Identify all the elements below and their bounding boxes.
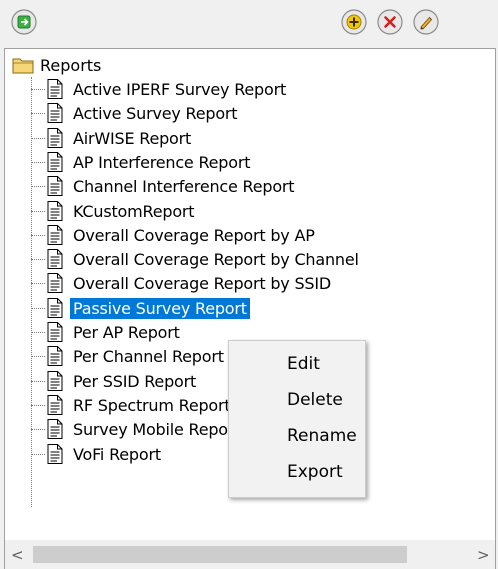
tree-connector [31, 355, 45, 357]
tree-connector [31, 258, 45, 260]
tree-item-label: Channel Interference Report [73, 176, 295, 196]
tree-item-label: Survey Mobile Report [73, 419, 241, 439]
context-menu-delete[interactable]: Delete [229, 385, 365, 415]
tree-item[interactable]: Active IPERF Survey Report [31, 77, 289, 101]
tree-item[interactable]: Passive Survey Report [31, 296, 250, 320]
tree-item[interactable]: Overall Coverage Report by SSID [31, 271, 334, 295]
document-icon [47, 371, 63, 391]
tree-item-label: Per AP Report [73, 322, 180, 342]
tree-item-label: Per SSID Report [73, 371, 197, 391]
tree-connector [31, 428, 45, 430]
tree-connector [31, 234, 45, 236]
document-icon [47, 249, 63, 269]
tree-item-label: Active IPERF Survey Report [73, 79, 287, 99]
document-icon [47, 346, 63, 366]
navigate-button[interactable] [10, 8, 38, 36]
document-icon [47, 419, 63, 439]
tree-item[interactable]: Overall Coverage Report by AP [31, 223, 318, 247]
tree-connector [31, 137, 45, 139]
delete-button[interactable] [376, 8, 404, 36]
tree-connector [31, 112, 45, 114]
tree-item[interactable]: Per AP Report [31, 320, 183, 344]
context-menu-export[interactable]: Export [229, 457, 365, 487]
tree-item[interactable]: AP Interference Report [31, 150, 253, 174]
tree-item[interactable]: VoFi Report [31, 442, 164, 466]
tree-item-label: Active Survey Report [73, 103, 238, 123]
tree-item-label: Overall Coverage Report by AP [73, 225, 315, 245]
tree-item-label: AirWISE Report [73, 128, 192, 148]
tree-connector [31, 282, 45, 284]
document-icon [47, 176, 63, 196]
tree-item[interactable]: RF Spectrum Report [31, 393, 233, 417]
tree-item-label: Overall Coverage Report by Channel [73, 249, 359, 269]
tree-item-label: Passive Survey Report [70, 297, 250, 319]
document-icon [47, 79, 63, 99]
tree-item[interactable]: Per SSID Report [31, 369, 199, 393]
tree-item-label: AP Interference Report [73, 152, 251, 172]
tree-item[interactable]: Channel Interference Report [31, 174, 297, 198]
pencil-icon [413, 9, 439, 35]
green-arrow-icon [11, 9, 37, 35]
tree-connector [31, 307, 45, 309]
tree-item-label: RF Spectrum Report [73, 395, 231, 415]
folder-icon [12, 58, 34, 74]
tree-item-label: VoFi Report [73, 444, 161, 464]
tree-item[interactable]: Overall Coverage Report by Channel [31, 247, 362, 271]
document-icon [47, 395, 63, 415]
tree-connector [31, 404, 45, 406]
document-icon [47, 152, 63, 172]
tree-item-label: Per Channel Report [73, 346, 224, 366]
scroll-right-arrow[interactable]: > [477, 548, 490, 563]
delete-icon [377, 9, 403, 35]
document-icon [47, 201, 63, 221]
tree-connector [31, 331, 45, 333]
tree-item[interactable]: AirWISE Report [31, 126, 194, 150]
tree-item-label: KCustomReport [73, 201, 195, 221]
add-button[interactable] [340, 8, 368, 36]
tree-connector [31, 210, 45, 212]
document-icon [47, 273, 63, 293]
tree-root-label: Reports [40, 55, 102, 75]
document-icon [47, 103, 63, 123]
document-icon [47, 322, 63, 342]
tree-item[interactable]: Survey Mobile Report [31, 417, 243, 441]
context-menu-rename[interactable]: Rename [229, 421, 365, 451]
tree-root-reports[interactable]: Reports [12, 54, 101, 76]
context-menu: Edit Delete Rename Export [228, 340, 366, 498]
horizontal-scrollbar[interactable]: < > [4, 540, 496, 569]
tree-connector [31, 161, 45, 163]
scrollbar-thumb[interactable] [33, 546, 407, 563]
tree-connector [31, 185, 45, 187]
tree-item[interactable]: Active Survey Report [31, 101, 240, 125]
scroll-left-arrow[interactable]: < [11, 548, 24, 563]
document-icon [47, 225, 63, 245]
context-menu-edit[interactable]: Edit [229, 349, 365, 379]
tree-item-label: Overall Coverage Report by SSID [73, 273, 331, 293]
document-icon [47, 128, 63, 148]
document-icon [47, 444, 63, 464]
tree-item[interactable]: KCustomReport [31, 199, 197, 223]
tree-item[interactable]: Per Channel Report [31, 344, 227, 368]
tree-connector [31, 88, 45, 90]
document-icon [47, 298, 63, 318]
edit-button[interactable] [412, 8, 440, 36]
reports-panel: Reports Active IPERF Survey Report Active… [0, 0, 498, 569]
tree-connector [31, 380, 45, 382]
add-icon [341, 9, 367, 35]
tree-connector [31, 453, 45, 455]
toolbar [0, 0, 498, 44]
